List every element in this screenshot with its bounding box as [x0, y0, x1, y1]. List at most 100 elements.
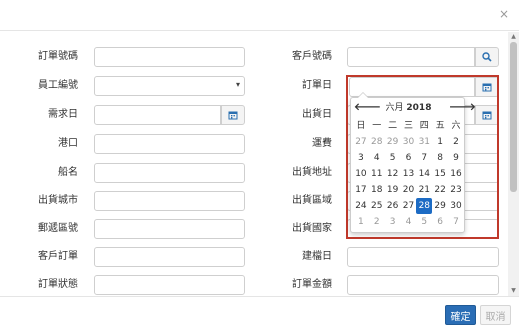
day-cell[interactable]: 2 — [369, 214, 385, 230]
demand-date-input[interactable] — [94, 105, 221, 125]
order-no-input[interactable] — [94, 47, 245, 67]
order-date-label: 訂單日 — [302, 80, 332, 91]
day-cell[interactable]: 13 — [401, 166, 417, 182]
day-cell[interactable]: 7 — [416, 150, 432, 166]
order-amount-label: 訂單金額 — [292, 279, 332, 290]
week-row: 24 25 26 27 28 29 30 — [353, 198, 464, 214]
weekday-label: 四 — [419, 121, 429, 131]
datepicker-month-title[interactable]: 六月 2018 — [371, 101, 446, 115]
order-edit-dialog: × 訂單號碼 員工編號 ▾ 需求日 港口 船名 出貨城市 郵遞區號 客戶訂單 訂… — [0, 0, 519, 331]
scroll-up-arrow-icon[interactable]: ▲ — [510, 34, 517, 40]
day-cell[interactable]: 30 — [448, 198, 464, 214]
calendar-icon — [228, 111, 238, 120]
day-cell[interactable]: 3 — [385, 214, 401, 230]
week-row: 27 28 29 30 31 1 2 — [353, 134, 464, 150]
dialog-footer: 確定 取消 — [0, 296, 519, 331]
freight-label: 運費 — [312, 138, 332, 149]
day-cell[interactable]: 14 — [416, 166, 432, 182]
day-cell[interactable]: 23 — [448, 182, 464, 198]
day-cell[interactable]: 5 — [416, 214, 432, 230]
customer-no-input[interactable] — [347, 47, 475, 67]
search-icon — [482, 52, 492, 62]
order-amount-input[interactable] — [347, 275, 499, 295]
ship-region-label: 出貨區域 — [292, 195, 332, 206]
day-cell[interactable]: 1 — [353, 214, 369, 230]
week-row: 10 11 12 13 14 15 16 — [353, 166, 464, 182]
week-row: 1234567 — [353, 214, 464, 230]
datepicker-grid: 日一二三四五六 27 28 29 30 31 1 2 3 4 5 6 7 8 9 10 11 12 13 14 15 16… — [353, 118, 464, 230]
demand-date-calendar-button[interactable] — [221, 105, 245, 125]
vertical-scrollbar[interactable]: ▲ ▼ — [508, 32, 519, 296]
ship-city-input[interactable] — [94, 191, 245, 211]
day-cell[interactable]: 8 — [432, 150, 448, 166]
prev-month-arrow-icon[interactable]: 🡐 — [354, 101, 381, 115]
weekday-label: 五 — [435, 121, 445, 131]
scroll-down-arrow-icon[interactable]: ▼ — [510, 288, 517, 294]
popup-caret-inner — [358, 93, 368, 98]
day-cell[interactable]: 30 — [401, 134, 417, 150]
day-cell[interactable]: 20 — [401, 182, 417, 198]
day-cell[interactable]: 11 — [369, 166, 385, 182]
employee-no-label: 員工編號 — [38, 80, 78, 91]
dialog-titlebar: × — [0, 0, 519, 31]
day-cell[interactable]: 18 — [369, 182, 385, 198]
day-cell[interactable]: 15 — [432, 166, 448, 182]
day-cell-selected[interactable]: 28 — [416, 198, 433, 214]
day-cell[interactable]: 1 — [432, 134, 448, 150]
day-cell[interactable]: 21 — [416, 182, 432, 198]
customer-order-label: 客戶訂單 — [38, 251, 78, 262]
day-cell[interactable]: 2 — [448, 134, 464, 150]
day-cell[interactable]: 26 — [385, 198, 401, 214]
customer-order-input[interactable] — [94, 247, 245, 267]
day-cell[interactable]: 28 — [369, 134, 385, 150]
chevron-down-icon: ▾ — [235, 80, 240, 89]
next-month-arrow-icon[interactable]: 🡒 — [449, 101, 476, 115]
ship-date-label: 出貨日 — [302, 109, 332, 120]
order-status-input[interactable] — [94, 275, 245, 295]
day-cell[interactable]: 6 — [401, 150, 417, 166]
day-cell[interactable]: 16 — [448, 166, 464, 182]
day-cell[interactable]: 7 — [448, 214, 464, 230]
month-name: 六月 — [385, 103, 404, 113]
day-cell[interactable]: 29 — [432, 198, 448, 214]
ship-address-label: 出貨地址 — [292, 167, 332, 178]
employee-no-select[interactable]: ▾ — [94, 76, 245, 96]
confirm-button[interactable]: 確定 — [445, 305, 476, 325]
port-label: 港口 — [58, 138, 78, 149]
scroll-thumb[interactable] — [510, 42, 517, 192]
postal-code-label: 郵遞區號 — [38, 223, 78, 234]
day-cell[interactable]: 4 — [401, 214, 417, 230]
day-cell[interactable]: 31 — [416, 134, 432, 150]
ship-country-label: 出貨國家 — [292, 223, 332, 234]
datepicker-header: 🡐 六月 2018 🡒 — [351, 101, 476, 115]
vessel-input[interactable] — [94, 163, 245, 183]
day-cell[interactable]: 3 — [353, 150, 369, 166]
created-date-input[interactable] — [347, 247, 499, 267]
weekday-label: 三 — [403, 121, 413, 131]
day-cell[interactable]: 27 — [353, 134, 369, 150]
created-date-label: 建檔日 — [302, 251, 332, 262]
day-cell[interactable]: 6 — [432, 214, 448, 230]
postal-code-input[interactable] — [94, 219, 245, 239]
day-cell[interactable]: 4 — [369, 150, 385, 166]
order-status-label: 訂單狀態 — [38, 279, 78, 290]
cancel-button[interactable]: 取消 — [480, 305, 511, 325]
day-cell[interactable]: 5 — [385, 150, 401, 166]
day-cell[interactable]: 10 — [353, 166, 369, 182]
day-cell[interactable]: 17 — [353, 182, 369, 198]
day-cell[interactable]: 25 — [369, 198, 385, 214]
weekday-label: 日 — [356, 121, 366, 131]
day-cell[interactable]: 29 — [385, 134, 401, 150]
weekday-label: 六 — [451, 121, 461, 131]
day-cell[interactable]: 27 — [401, 198, 417, 214]
week-row: 17 18 19 20 21 22 23 — [353, 182, 464, 198]
customer-search-button[interactable] — [475, 47, 499, 67]
day-cell[interactable]: 22 — [432, 182, 448, 198]
day-cell[interactable]: 12 — [385, 166, 401, 182]
close-icon[interactable]: × — [499, 8, 509, 20]
datepicker-popup: 🡐 六月 2018 🡒 日一二三四五六 27 28 29 30 31 1 2 3 4 5 6 7 8 9 10… — [350, 92, 476, 233]
port-input[interactable] — [94, 134, 245, 154]
day-cell[interactable]: 24 — [353, 198, 369, 214]
day-cell[interactable]: 19 — [385, 182, 401, 198]
day-cell[interactable]: 9 — [448, 150, 464, 166]
